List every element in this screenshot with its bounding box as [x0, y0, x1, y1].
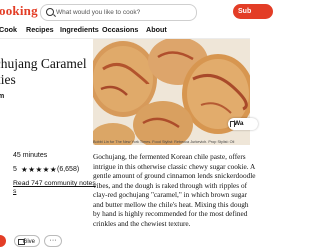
nav-item-recipes[interactable]: Recipes [26, 25, 54, 34]
search-icon [46, 8, 54, 16]
recipe-photo [93, 39, 250, 145]
cookies-image [93, 39, 250, 145]
main-nav: Cook Recipes Ingredients Occasions About [0, 22, 250, 39]
author-byline[interactable]: m [0, 93, 4, 100]
site-logo[interactable]: ooking [0, 3, 38, 19]
nav-item-ingredients[interactable]: Ingredients [60, 25, 99, 34]
nav-item-about[interactable]: About [146, 25, 167, 34]
rating-value: 5 [13, 166, 17, 173]
community-notes-link-continued[interactable]: s [13, 188, 16, 195]
recipe-title-line2: kies [0, 72, 16, 87]
save-recipe-button[interactable] [0, 235, 6, 247]
search-bar[interactable] [40, 4, 197, 21]
recipe-title-line1: ochujang Caramel [0, 56, 87, 71]
nav-item-cook[interactable]: Cook [0, 25, 17, 34]
save-label: Wa [234, 120, 244, 127]
more-options-button[interactable]: ··· [44, 235, 62, 247]
recipe-description: Gochujang, the fermented Korean chile pa… [93, 152, 256, 228]
search-input[interactable] [56, 5, 191, 20]
photo-caption: Bobbi Lin for The New York Times. Food S… [93, 140, 235, 144]
total-time: 45 minutes [13, 152, 48, 159]
nav-item-occasions[interactable]: Occasions [102, 25, 138, 34]
gift-icon [18, 239, 25, 245]
rating-stars: ★★★★★ [21, 165, 58, 174]
bookmark-icon [230, 121, 235, 127]
rating-count: (6,658) [57, 166, 80, 173]
save-button[interactable]: Wa [228, 118, 258, 130]
community-notes-link[interactable]: Read 747 community notes [13, 180, 96, 188]
subscribe-button[interactable]: Sub [233, 4, 273, 19]
top-bar: ooking Sub [0, 0, 273, 22]
give-button[interactable]: Give [14, 235, 40, 247]
